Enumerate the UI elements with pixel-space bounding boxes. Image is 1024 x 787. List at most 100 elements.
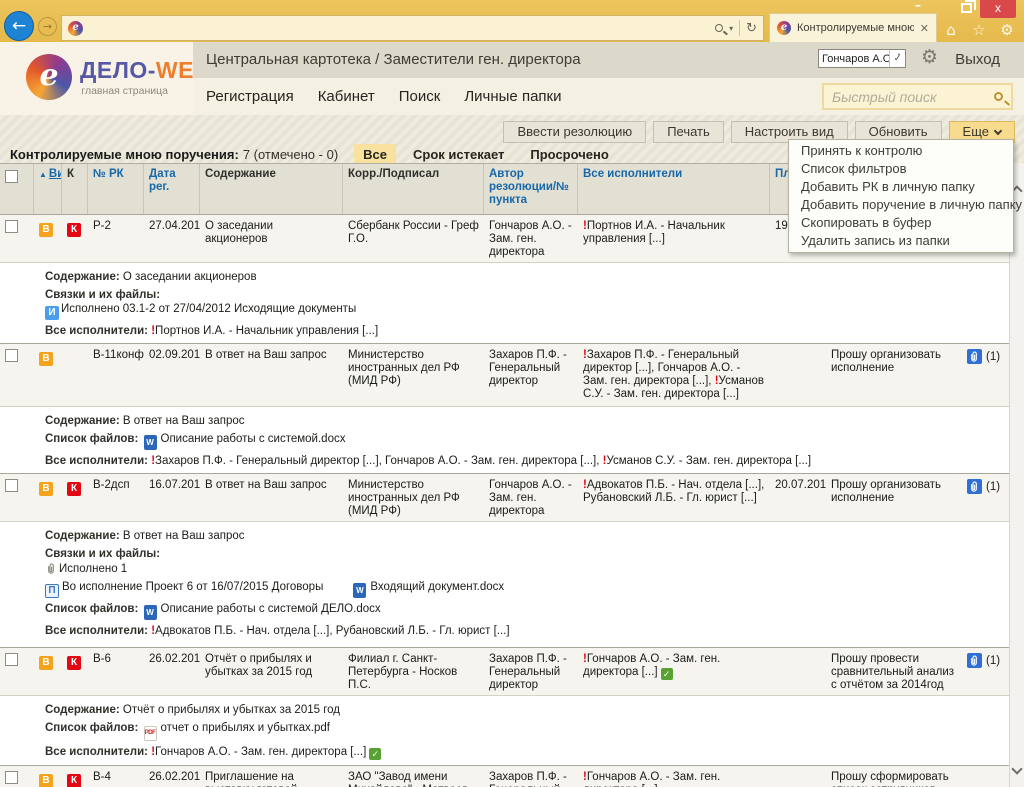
- detail-line: ИИсполнено 03.1-2 от 27/04/2012 Исходящи…: [45, 303, 1014, 320]
- column-header-5: Корр./Подписал: [343, 164, 484, 214]
- column-header-3[interactable]: Дата рег.: [144, 164, 200, 214]
- filter-tab-1[interactable]: Срок истекает: [404, 144, 513, 165]
- logo-block[interactable]: ДЕЛО-WEB главная страница: [0, 42, 193, 115]
- attachments-cell: [962, 766, 1010, 787]
- attachment-icon[interactable]: [967, 653, 982, 668]
- correspondent-cell: Филиал г. Санкт-Петербурга - Носков П.С.: [343, 648, 484, 695]
- column-header-label: К: [67, 168, 74, 180]
- user-select[interactable]: Гончаров А.О. ✓̽: [818, 49, 906, 68]
- control-badge: К: [67, 223, 81, 237]
- file-link[interactable]: PDFотчет о прибылях и убытках.pdf: [142, 722, 330, 734]
- row-cell-0: [0, 766, 34, 787]
- column-header-0[interactable]: ▲Вид: [34, 164, 62, 214]
- file-link[interactable]: WОписание работы с системой.docx: [142, 433, 346, 445]
- favorites-star-icon[interactable]: ☆: [970, 21, 988, 39]
- tab-close-icon[interactable]: ✕: [920, 22, 929, 35]
- settings-gear-icon[interactable]: ⚙: [921, 46, 938, 68]
- window-minimize-button[interactable]: –: [908, 0, 928, 12]
- menu-item-3[interactable]: Добавить поручение в личную папку: [789, 196, 1013, 214]
- correspondent-cell: Сбербанк России - Греф Г.О.: [343, 215, 484, 262]
- main-nav: Регистрация Кабинет Поиск Личные папки Быст…: [193, 78, 1024, 115]
- browser-tab[interactable]: Контролируемые мною п... ✕: [769, 13, 937, 42]
- detail-label: Содержание:: [45, 415, 120, 427]
- menu-item-2[interactable]: Добавить РК в личную папку: [789, 178, 1013, 196]
- window-close-button[interactable]: x: [980, 0, 1016, 18]
- refresh-icon[interactable]: ↻: [746, 21, 757, 36]
- row-cell-0: [0, 215, 34, 262]
- menu-item-0[interactable]: Принять к контролю: [789, 142, 1013, 160]
- instruction-cell: Прошу организовать исполнение: [826, 474, 962, 521]
- filter-tab-2[interactable]: Просрочено: [521, 144, 617, 165]
- row-checkbox[interactable]: [5, 771, 18, 784]
- toolbar-button-0[interactable]: Ввести резолюцию: [503, 121, 646, 143]
- attachments-cell: (1): [962, 474, 1010, 521]
- row-detail: Содержание: В ответ на Ваш запросСвязки …: [0, 522, 1024, 648]
- address-bar[interactable]: ▾ ↻: [61, 15, 764, 41]
- word-file-icon: W: [144, 605, 157, 620]
- nav-item-1[interactable]: Кабинет: [318, 88, 375, 105]
- browser-back-button[interactable]: ←: [4, 11, 34, 41]
- row-checkbox[interactable]: [5, 220, 18, 233]
- detail-label: Связки и их файлы:: [45, 548, 160, 560]
- executors-cell: !Гончаров А.О. - Зам. ген. директора [..…: [578, 766, 770, 787]
- quick-search-input[interactable]: Быстрый поиск: [822, 83, 1013, 110]
- folder-title: Контролируемые мною поручения:: [10, 147, 239, 162]
- column-header-label: Содержание: [205, 168, 276, 180]
- row-detail: Содержание: О заседании акционеровСвязки…: [0, 263, 1024, 344]
- row-cell-0: [0, 648, 34, 695]
- row-checkbox[interactable]: [5, 349, 18, 362]
- table-row[interactable]: ВВ-11конф02.09.2014В ответ на Ваш запрос…: [0, 344, 1024, 407]
- detail-line: Все исполнители: !Захаров П.Ф. - Генерал…: [45, 455, 1014, 468]
- quick-search-icon[interactable]: [994, 92, 1003, 101]
- pdf-file-icon: PDF: [144, 726, 157, 741]
- window-restore-button[interactable]: [961, 3, 972, 13]
- vertical-scrollbar[interactable]: [1009, 163, 1024, 787]
- attachment-icon[interactable]: [967, 349, 982, 364]
- menu-item-4[interactable]: Скопировать в буфер: [789, 214, 1013, 232]
- file-link[interactable]: WОписание работы с системой ДЕЛО.docx: [142, 603, 381, 615]
- browser-settings-gear-icon[interactable]: ⚙: [998, 21, 1016, 39]
- scroll-down-icon[interactable]: [1011, 763, 1022, 774]
- address-dropdown-icon[interactable]: ▾: [729, 24, 733, 33]
- home-icon[interactable]: ⌂: [942, 21, 960, 39]
- nav-item-0[interactable]: Регистрация: [206, 88, 294, 105]
- table-row[interactable]: ВКВ-2дсп16.07.2015В ответ на Ваш запросМ…: [0, 474, 1024, 522]
- detail-text: Гончаров А.О. - Зам. ген. директора [...…: [583, 653, 720, 678]
- nav-item-3[interactable]: Личные папки: [464, 88, 561, 105]
- detail-label: Список файлов:: [45, 603, 142, 615]
- control-badge: К: [67, 482, 81, 496]
- row-cell-1: В: [34, 648, 62, 695]
- plan-date-cell: [770, 766, 826, 787]
- row-checkbox[interactable]: [5, 653, 18, 666]
- detail-label: Все исполнители:: [45, 455, 151, 467]
- nav-item-2[interactable]: Поиск: [399, 88, 441, 105]
- toolbar-button-1[interactable]: Печать: [653, 121, 724, 143]
- detail-line: Список файлов: WОписание работы с систем…: [45, 603, 1014, 620]
- table-row[interactable]: ВКВ-426.02.2016Приглашение на выставку г…: [0, 766, 1024, 787]
- address-search-icon[interactable]: [715, 24, 723, 32]
- column-header-label: Дата рег.: [149, 168, 176, 193]
- select-all-checkbox[interactable]: [5, 170, 18, 183]
- logout-link[interactable]: Выход: [955, 51, 1000, 68]
- menu-item-1[interactable]: Список фильтров: [789, 160, 1013, 178]
- doc-type-badge: В: [39, 352, 53, 366]
- attachment-icon[interactable]: [967, 479, 982, 494]
- filter-tab-0[interactable]: Все: [354, 144, 396, 165]
- column-header-2[interactable]: № РК: [88, 164, 144, 214]
- reg-number: В-4: [88, 766, 144, 787]
- row-checkbox[interactable]: [5, 479, 18, 492]
- column-header-6[interactable]: Автор резолюции/№ пункта: [484, 164, 578, 214]
- row-cell-2: К: [62, 215, 88, 262]
- user-select-chevron-icon[interactable]: ✓̽: [889, 50, 905, 67]
- logo-title-part1: ДЕЛО-: [80, 57, 156, 83]
- row-detail: Содержание: Отчёт о прибылях и убытках з…: [0, 696, 1024, 766]
- column-header-label: № РК: [93, 168, 124, 180]
- done-check-icon: ✓: [369, 748, 381, 760]
- file-link[interactable]: WВходящий документ.docx: [351, 581, 504, 593]
- logo-subtitle: главная страница: [80, 85, 168, 97]
- table-row[interactable]: ВКВ-626.02.2016Отчёт о прибылях и убытка…: [0, 648, 1024, 696]
- column-header-4: Содержание: [200, 164, 343, 214]
- menu-item-5[interactable]: Удалить запись из папки: [789, 232, 1013, 250]
- browser-forward-button[interactable]: →: [38, 17, 57, 36]
- column-header-7[interactable]: Все исполнители: [578, 164, 770, 214]
